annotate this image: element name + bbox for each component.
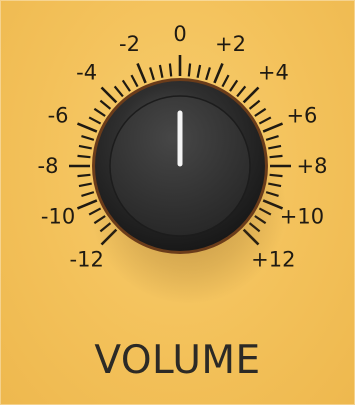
scale-label: +8 <box>297 154 328 178</box>
scale-label: 0 <box>173 22 186 46</box>
control-label: VOLUME <box>94 338 261 383</box>
scale-label: -10 <box>41 205 75 229</box>
minor-tick <box>113 85 124 98</box>
minor-tick <box>196 64 202 78</box>
minor-tick <box>254 107 267 117</box>
minor-tick <box>258 116 272 125</box>
minor-tick <box>236 85 247 98</box>
minor-tick <box>77 173 91 178</box>
scale-label: -2 <box>119 32 140 56</box>
minor-tick <box>168 63 173 77</box>
minor-tick <box>93 107 106 117</box>
major-tick <box>136 62 147 84</box>
minor-tick <box>265 135 279 141</box>
major-tick <box>100 86 118 104</box>
scale-label: +10 <box>280 205 324 229</box>
minor-tick <box>205 67 211 81</box>
minor-tick <box>130 74 139 88</box>
minor-tick <box>77 154 91 159</box>
scale-label: +2 <box>215 32 246 56</box>
scale-label: -12 <box>70 247 104 271</box>
scale-label: +6 <box>286 103 317 127</box>
minor-tick <box>158 64 164 78</box>
volume-control-panel: -12 -10 -8 -6 -4 -2 0 +2 +4 +6 +8 +10 +12 VOLUME <box>0 0 355 405</box>
minor-tick <box>269 154 283 159</box>
major-tick <box>242 86 260 104</box>
minor-tick <box>268 144 282 150</box>
minor-tick <box>81 135 95 141</box>
minor-tick <box>248 99 261 110</box>
minor-tick <box>229 79 239 92</box>
minor-tick <box>88 116 102 125</box>
scale-label: -8 <box>38 154 59 178</box>
major-tick <box>76 122 98 133</box>
minor-tick <box>121 79 131 92</box>
minor-tick <box>149 67 155 81</box>
major-tick <box>213 62 224 84</box>
scale-label: +4 <box>258 61 289 85</box>
volume-knob[interactable] <box>92 78 268 254</box>
major-tick <box>262 122 284 133</box>
minor-tick <box>99 99 112 110</box>
minor-tick <box>78 182 92 188</box>
minor-tick <box>221 74 230 88</box>
minor-tick <box>78 144 92 150</box>
scale-label: -4 <box>76 61 97 85</box>
scale-label: -6 <box>48 103 69 127</box>
minor-tick <box>187 63 192 77</box>
